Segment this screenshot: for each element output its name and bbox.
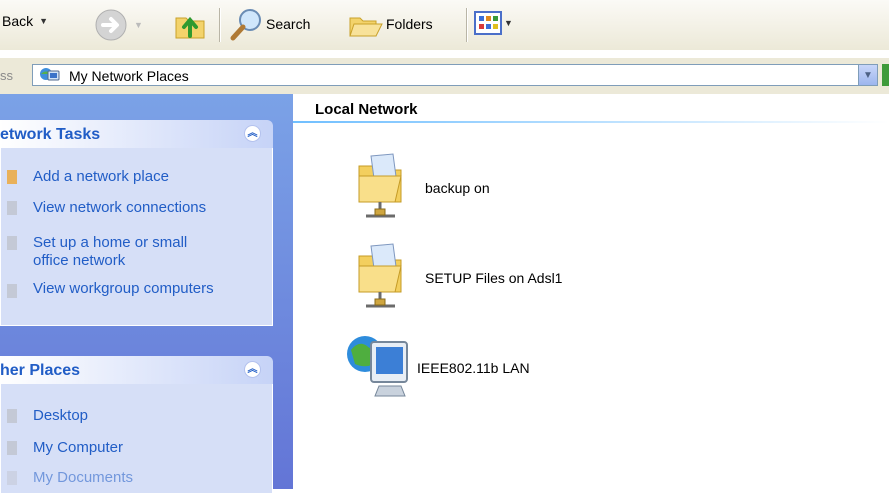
search-button[interactable]: Search bbox=[228, 6, 310, 42]
views-dropdown-arrow-icon[interactable]: ▼ bbox=[504, 18, 513, 28]
network-item-backup[interactable]: backup on bbox=[355, 150, 490, 226]
group-divider bbox=[293, 121, 889, 123]
my-documents-icon bbox=[7, 471, 17, 485]
item-label: backup on bbox=[425, 180, 490, 196]
other-places-title: her Places bbox=[0, 362, 81, 379]
task-label: View network connections bbox=[33, 199, 207, 216]
task-label-line2: office network bbox=[33, 252, 126, 269]
collapse-chevron-icon[interactable]: ︽ bbox=[244, 125, 261, 142]
back-dropdown-arrow-icon[interactable]: ▼ bbox=[39, 16, 48, 26]
up-folder-button[interactable] bbox=[172, 6, 208, 42]
back-button[interactable]: Back ▼ bbox=[2, 13, 48, 29]
place-label: My Documents bbox=[33, 469, 134, 486]
network-tasks-header[interactable]: etwork Tasks ︽ bbox=[0, 120, 273, 148]
place-my-documents[interactable]: My Documents bbox=[7, 469, 134, 487]
task-setup-home-network[interactable]: Set up a home or small office network bbox=[7, 234, 188, 270]
address-bar: ss My Network Places ▼ bbox=[0, 58, 889, 94]
collapse-chevron-icon[interactable]: ︽ bbox=[244, 361, 261, 378]
task-view-workgroup-computers[interactable]: View workgroup computers bbox=[7, 280, 214, 298]
network-item-setup-files[interactable]: SETUP Files on Adsl1 bbox=[355, 240, 562, 316]
folders-button[interactable]: Folders bbox=[346, 8, 433, 40]
item-label: SETUP Files on Adsl1 bbox=[425, 270, 563, 286]
address-field[interactable]: My Network Places ▼ bbox=[32, 64, 878, 86]
forward-button[interactable]: ▼ bbox=[94, 8, 143, 42]
my-computer-icon bbox=[7, 441, 17, 455]
folders-icon bbox=[349, 17, 383, 37]
network-share-folder-icon bbox=[358, 153, 402, 218]
go-button[interactable] bbox=[882, 64, 889, 86]
item-label: IEEE802.11b LAN bbox=[417, 360, 530, 376]
network-tasks-body: Add a network place View network connect… bbox=[0, 148, 273, 326]
network-tasks-title: etwork Tasks bbox=[0, 126, 101, 143]
chevron-down-icon: ▼ bbox=[863, 69, 873, 81]
network-share-folder-icon bbox=[358, 243, 402, 308]
toolbar-separator bbox=[466, 8, 468, 42]
place-my-computer[interactable]: My Computer bbox=[7, 439, 124, 457]
address-value: My Network Places bbox=[69, 68, 189, 84]
task-add-network-place[interactable]: Add a network place bbox=[7, 168, 169, 186]
group-title: Local Network bbox=[315, 101, 418, 118]
other-places-body: Desktop My Computer My Documents bbox=[0, 384, 273, 494]
toolbar-separator bbox=[219, 8, 221, 42]
search-label: Search bbox=[266, 16, 311, 32]
back-label: Back bbox=[2, 13, 34, 29]
network-item-ieee-lan[interactable]: IEEE802.11b LAN bbox=[345, 330, 530, 406]
other-places-header[interactable]: her Places ︽ bbox=[0, 356, 273, 384]
add-network-place-icon bbox=[7, 170, 17, 184]
views-grid-icon bbox=[474, 11, 502, 35]
desktop-icon bbox=[7, 409, 17, 423]
task-label: View workgroup computers bbox=[33, 280, 214, 297]
network-places-icon bbox=[40, 68, 60, 81]
address-dropdown-button[interactable]: ▼ bbox=[858, 65, 877, 85]
task-label: Add a network place bbox=[33, 168, 169, 185]
views-button[interactable]: ▼ bbox=[474, 11, 513, 35]
toolbar: Back ▼ ▼ Search Folders ▼ bbox=[0, 0, 889, 50]
network-connections-icon bbox=[7, 201, 17, 215]
place-desktop[interactable]: Desktop bbox=[7, 407, 89, 425]
forward-arrow-icon bbox=[95, 9, 127, 41]
task-view-network-connections[interactable]: View network connections bbox=[7, 199, 207, 217]
content-pane: Local Network backup on SETUP Files on A… bbox=[293, 94, 889, 489]
place-label: My Computer bbox=[33, 439, 124, 456]
workgroup-computers-icon bbox=[7, 284, 17, 298]
forward-dropdown-arrow-icon[interactable]: ▼ bbox=[134, 20, 143, 30]
address-label: ss bbox=[0, 68, 13, 83]
task-label-line1: Set up a home or small bbox=[33, 234, 188, 251]
search-icon bbox=[230, 9, 261, 41]
up-folder-icon bbox=[175, 16, 205, 39]
place-label: Desktop bbox=[33, 407, 89, 424]
folders-label: Folders bbox=[386, 16, 433, 32]
task-pane: etwork Tasks ︽ Add a network place View … bbox=[0, 94, 293, 494]
home-network-icon bbox=[7, 236, 17, 250]
network-computer-icon bbox=[347, 336, 408, 397]
